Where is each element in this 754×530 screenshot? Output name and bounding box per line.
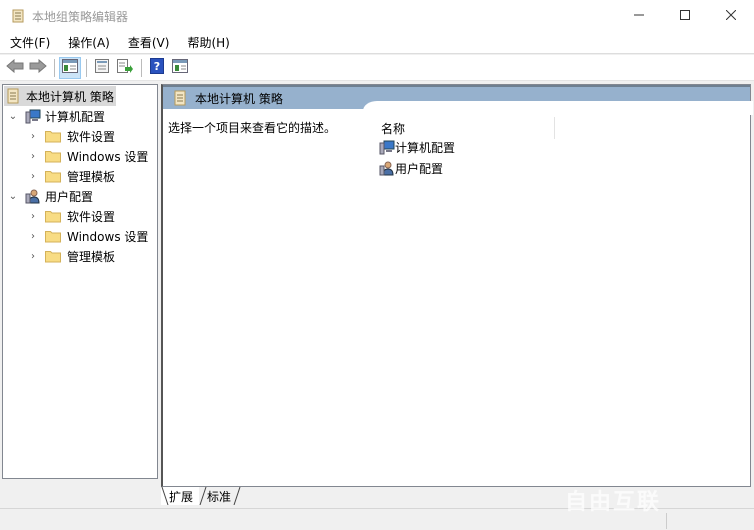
tree-label: 管理模板 <box>67 249 116 264</box>
tab-edge <box>233 487 241 505</box>
menu-bar: 文件(F) 操作(A) 查看(V) 帮助(H) <box>0 32 754 54</box>
window-title: 本地组策略编辑器 <box>32 9 129 24</box>
user-icon <box>25 188 41 204</box>
tree-node-computer-config[interactable]: ⌄ 计算机配置 <box>7 106 105 126</box>
properties-icon <box>94 58 110 77</box>
tab-edge <box>199 487 207 505</box>
column-header-label: 名称 <box>381 121 406 136</box>
back-button[interactable] <box>4 57 26 79</box>
help-button[interactable]: ? <box>146 57 168 79</box>
tree-label: 软件设置 <box>67 129 116 144</box>
list-item-user-config[interactable]: 用户配置 <box>379 158 443 178</box>
tree-node-user-windows-settings[interactable]: › Windows 设置 <box>27 226 148 246</box>
chevron-right-icon[interactable]: › <box>27 151 39 162</box>
minimize-icon <box>634 9 644 23</box>
minimize-button[interactable] <box>616 0 662 32</box>
back-icon <box>6 58 24 76</box>
chevron-right-icon[interactable]: › <box>27 171 39 182</box>
properties-button[interactable] <box>91 57 113 79</box>
tab-extended[interactable]: 扩展 <box>161 487 200 505</box>
column-header-name[interactable]: 名称 <box>379 117 555 139</box>
folder-icon <box>45 249 61 263</box>
toolbar-separator <box>141 58 142 77</box>
tree-node-root[interactable]: 本地计算机 策略 <box>4 86 116 106</box>
tab-edge <box>161 487 169 505</box>
show-hide-action-pane-icon <box>172 59 188 76</box>
folder-icon <box>45 129 61 143</box>
computer-icon <box>25 108 41 124</box>
details-pane: 本地计算机 策略 选择一个项目来查看它的描述。 名称 计算机配置 用户配置 <box>161 84 753 487</box>
chevron-right-icon[interactable]: › <box>27 131 39 142</box>
toolbar-separator <box>54 58 55 77</box>
tab-label: 标准 <box>207 489 232 504</box>
show-hide-tree-button[interactable] <box>59 56 81 79</box>
maximize-icon <box>680 9 690 23</box>
list-item-label: 计算机配置 <box>395 140 456 155</box>
details-header-title: 本地计算机 策略 <box>195 91 283 106</box>
tree-node-user-software-settings[interactable]: › 软件设置 <box>27 206 115 226</box>
description-text: 选择一个项目来查看它的描述。 <box>168 121 337 135</box>
list-item-computer-config[interactable]: 计算机配置 <box>379 137 455 157</box>
chevron-right-icon[interactable]: › <box>27 231 39 242</box>
menu-help[interactable]: 帮助(H) <box>177 32 237 54</box>
tree-label: 计算机配置 <box>45 109 106 124</box>
toolbar: ? <box>0 55 754 81</box>
policy-scroll-icon <box>10 8 26 24</box>
tree-root-label: 本地计算机 策略 <box>26 89 114 104</box>
export-list-button[interactable] <box>114 57 136 79</box>
tree-label: 用户配置 <box>45 189 94 204</box>
tree-label: 管理模板 <box>67 169 116 184</box>
user-icon <box>379 160 395 176</box>
tree-node-computer-software-settings[interactable]: › 软件设置 <box>27 126 115 146</box>
tab-label: 扩展 <box>169 489 194 504</box>
chevron-right-icon[interactable]: › <box>27 211 39 222</box>
show-hide-action-pane-button[interactable] <box>169 57 191 79</box>
status-separator <box>666 513 667 529</box>
list-item-label: 用户配置 <box>395 161 444 176</box>
menu-view[interactable]: 查看(V) <box>118 32 178 54</box>
tree-label: Windows 设置 <box>67 149 149 164</box>
menu-file[interactable]: 文件(F) <box>0 32 58 54</box>
chevron-down-icon[interactable]: ⌄ <box>7 191 19 202</box>
folder-icon <box>45 149 61 163</box>
forward-icon <box>29 58 47 76</box>
toolbar-separator <box>86 58 87 77</box>
tree-label: Windows 设置 <box>67 229 149 244</box>
chevron-right-icon[interactable]: › <box>27 251 39 262</box>
tab-standard[interactable]: 标准 <box>199 487 241 505</box>
computer-icon <box>379 139 395 155</box>
maximize-button[interactable] <box>662 0 708 32</box>
tree-node-computer-windows-settings[interactable]: › Windows 设置 <box>27 146 148 166</box>
menu-action[interactable]: 操作(A) <box>58 32 118 54</box>
help-icon: ? <box>150 58 164 77</box>
tree-label: 软件设置 <box>67 209 116 224</box>
show-hide-tree-icon <box>62 59 78 76</box>
folder-icon <box>45 169 61 183</box>
watermark: 自由互联 <box>565 490 662 515</box>
tree-pane: 本地计算机 策略 ⌄ 计算机配置 › 软件设置 › Windows 设置 › 管… <box>2 84 158 479</box>
chevron-down-icon[interactable]: ⌄ <box>7 111 19 122</box>
policy-scroll-icon <box>173 90 187 106</box>
policy-scroll-icon <box>4 88 22 104</box>
header-curve <box>363 101 753 115</box>
svg-text:?: ? <box>154 60 160 73</box>
close-button[interactable] <box>708 0 754 32</box>
view-tabs: 扩展 标准 <box>161 487 241 507</box>
folder-icon <box>45 209 61 223</box>
tree-node-computer-admin-templates[interactable]: › 管理模板 <box>27 166 115 186</box>
folder-icon <box>45 229 61 243</box>
title-bar: 本地组策略编辑器 <box>0 0 754 32</box>
tree-node-user-admin-templates[interactable]: › 管理模板 <box>27 246 115 266</box>
export-list-icon <box>116 58 134 77</box>
tree-node-user-config[interactable]: ⌄ 用户配置 <box>7 186 93 206</box>
close-icon <box>725 9 737 23</box>
forward-button[interactable] <box>27 57 49 79</box>
